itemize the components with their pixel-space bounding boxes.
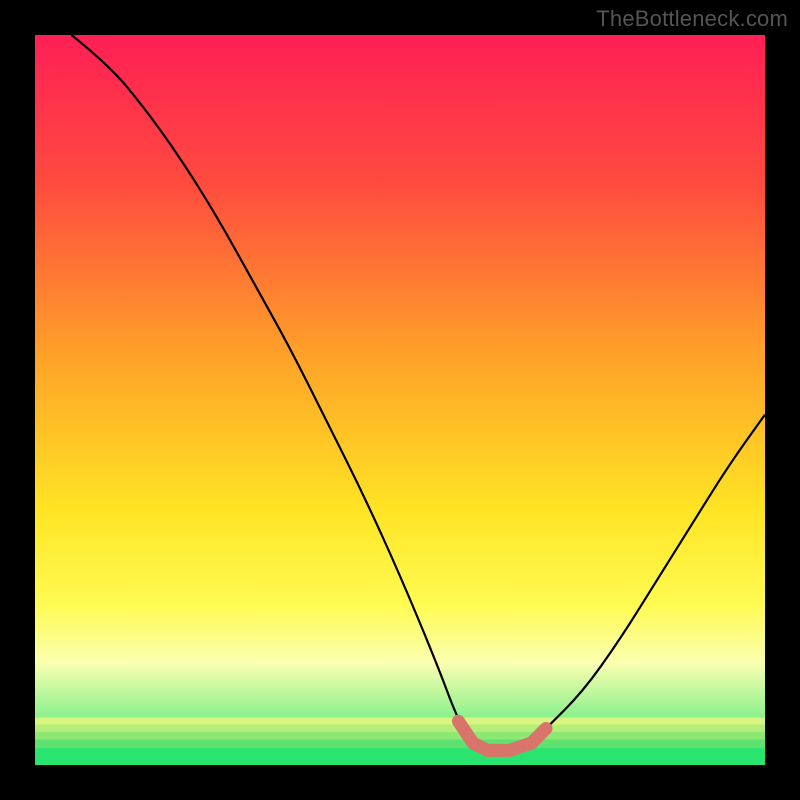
green-bands [35, 718, 765, 765]
plot-area [35, 35, 765, 765]
watermark-text: TheBottleneck.com [596, 6, 788, 32]
gradient-background [35, 35, 765, 765]
chart-svg [35, 35, 765, 765]
